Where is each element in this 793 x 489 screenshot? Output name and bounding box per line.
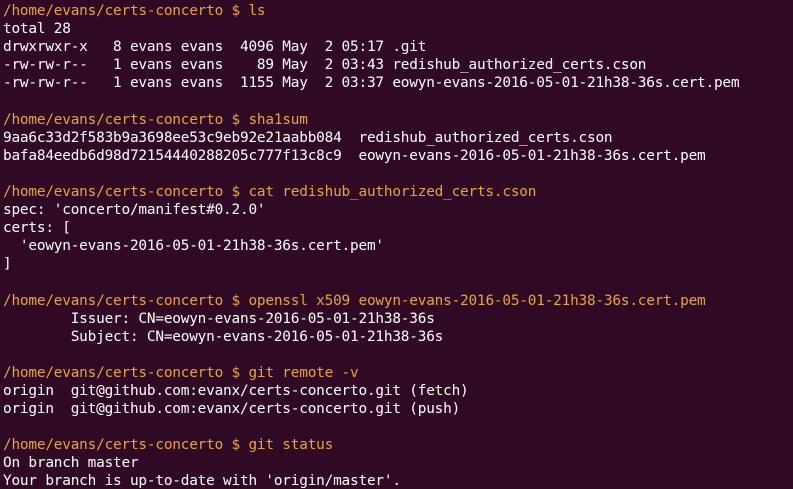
output-line: origin git@github.com:evanx/certs-concer…	[3, 382, 469, 399]
output-line: certs: [	[3, 220, 71, 237]
output-line: -rw-rw-r-- 1 evans evans 89 May 2 03:43 …	[3, 57, 647, 74]
prompt-line: /home/evans/certs-concerto $ sha1sum	[3, 111, 308, 128]
output-line: Issuer: CN=eowyn-evans-2016-05-01-21h38-…	[3, 310, 435, 327]
output-line: spec: 'concerto/manifest#0.2.0'	[3, 202, 266, 219]
output-line: origin git@github.com:evanx/certs-concer…	[3, 401, 461, 418]
output-line: -rw-rw-r-- 1 evans evans 1155 May 2 03:3…	[3, 75, 740, 92]
output-line: drwxrwxr-x 8 evans evans 4096 May 2 05:1…	[3, 39, 427, 56]
output-line: ]	[3, 256, 12, 273]
output-line: Your branch is up-to-date with 'origin/m…	[3, 473, 401, 489]
output-line: Subject: CN=eowyn-evans-2016-05-01-21h38…	[3, 328, 444, 345]
terminal-window[interactable]: /home/evans/certs-concerto $ ls total 28…	[0, 0, 793, 489]
output-line: 9aa6c33d2f583b9a3698ee53c9eb92e21aabb084…	[3, 129, 613, 146]
prompt-line: /home/evans/certs-concerto $ ls	[3, 3, 266, 19]
output-line: 'eowyn-evans-2016-05-01-21h38-36s.cert.p…	[3, 238, 384, 255]
output-line: total 28	[3, 21, 71, 38]
prompt-line: /home/evans/certs-concerto $ openssl x50…	[3, 292, 706, 309]
prompt-line: /home/evans/certs-concerto $ git remote …	[3, 364, 359, 381]
output-line: On branch master	[3, 455, 139, 472]
prompt-line: /home/evans/certs-concerto $ cat redishu…	[3, 183, 537, 200]
output-line: bafa84eedb6d98d72154440288205c777f13c8c9…	[3, 147, 706, 164]
prompt-line: /home/evans/certs-concerto $ git status	[3, 437, 334, 454]
